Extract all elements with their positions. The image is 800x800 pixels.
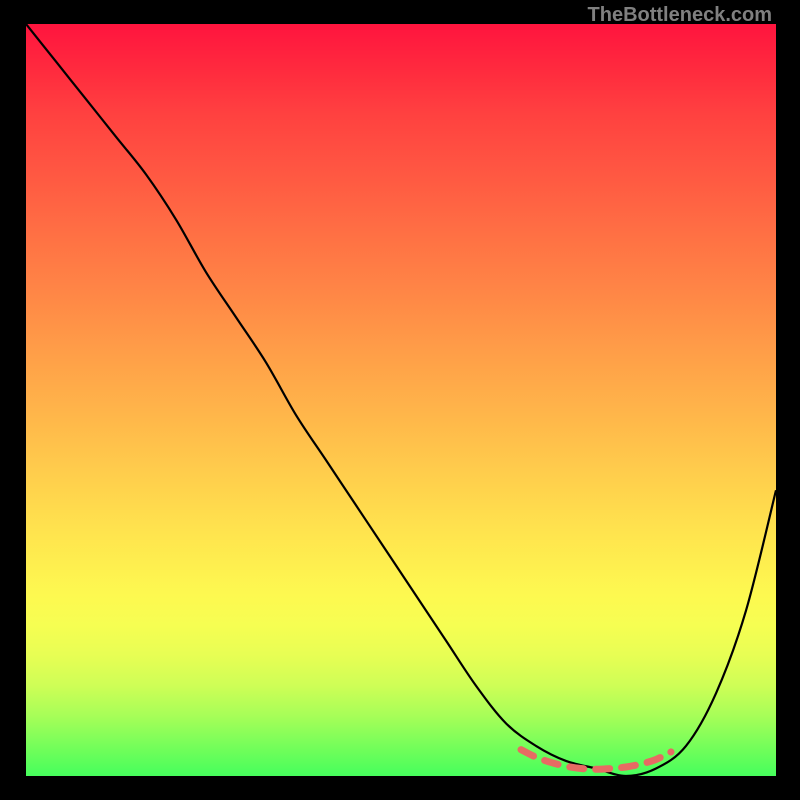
watermark-text: TheBottleneck.com bbox=[588, 4, 772, 27]
main-curve-line bbox=[26, 24, 776, 776]
chart-svg bbox=[26, 24, 776, 776]
chart-plot-area bbox=[26, 24, 776, 776]
highlight-dashed-line bbox=[521, 750, 671, 770]
